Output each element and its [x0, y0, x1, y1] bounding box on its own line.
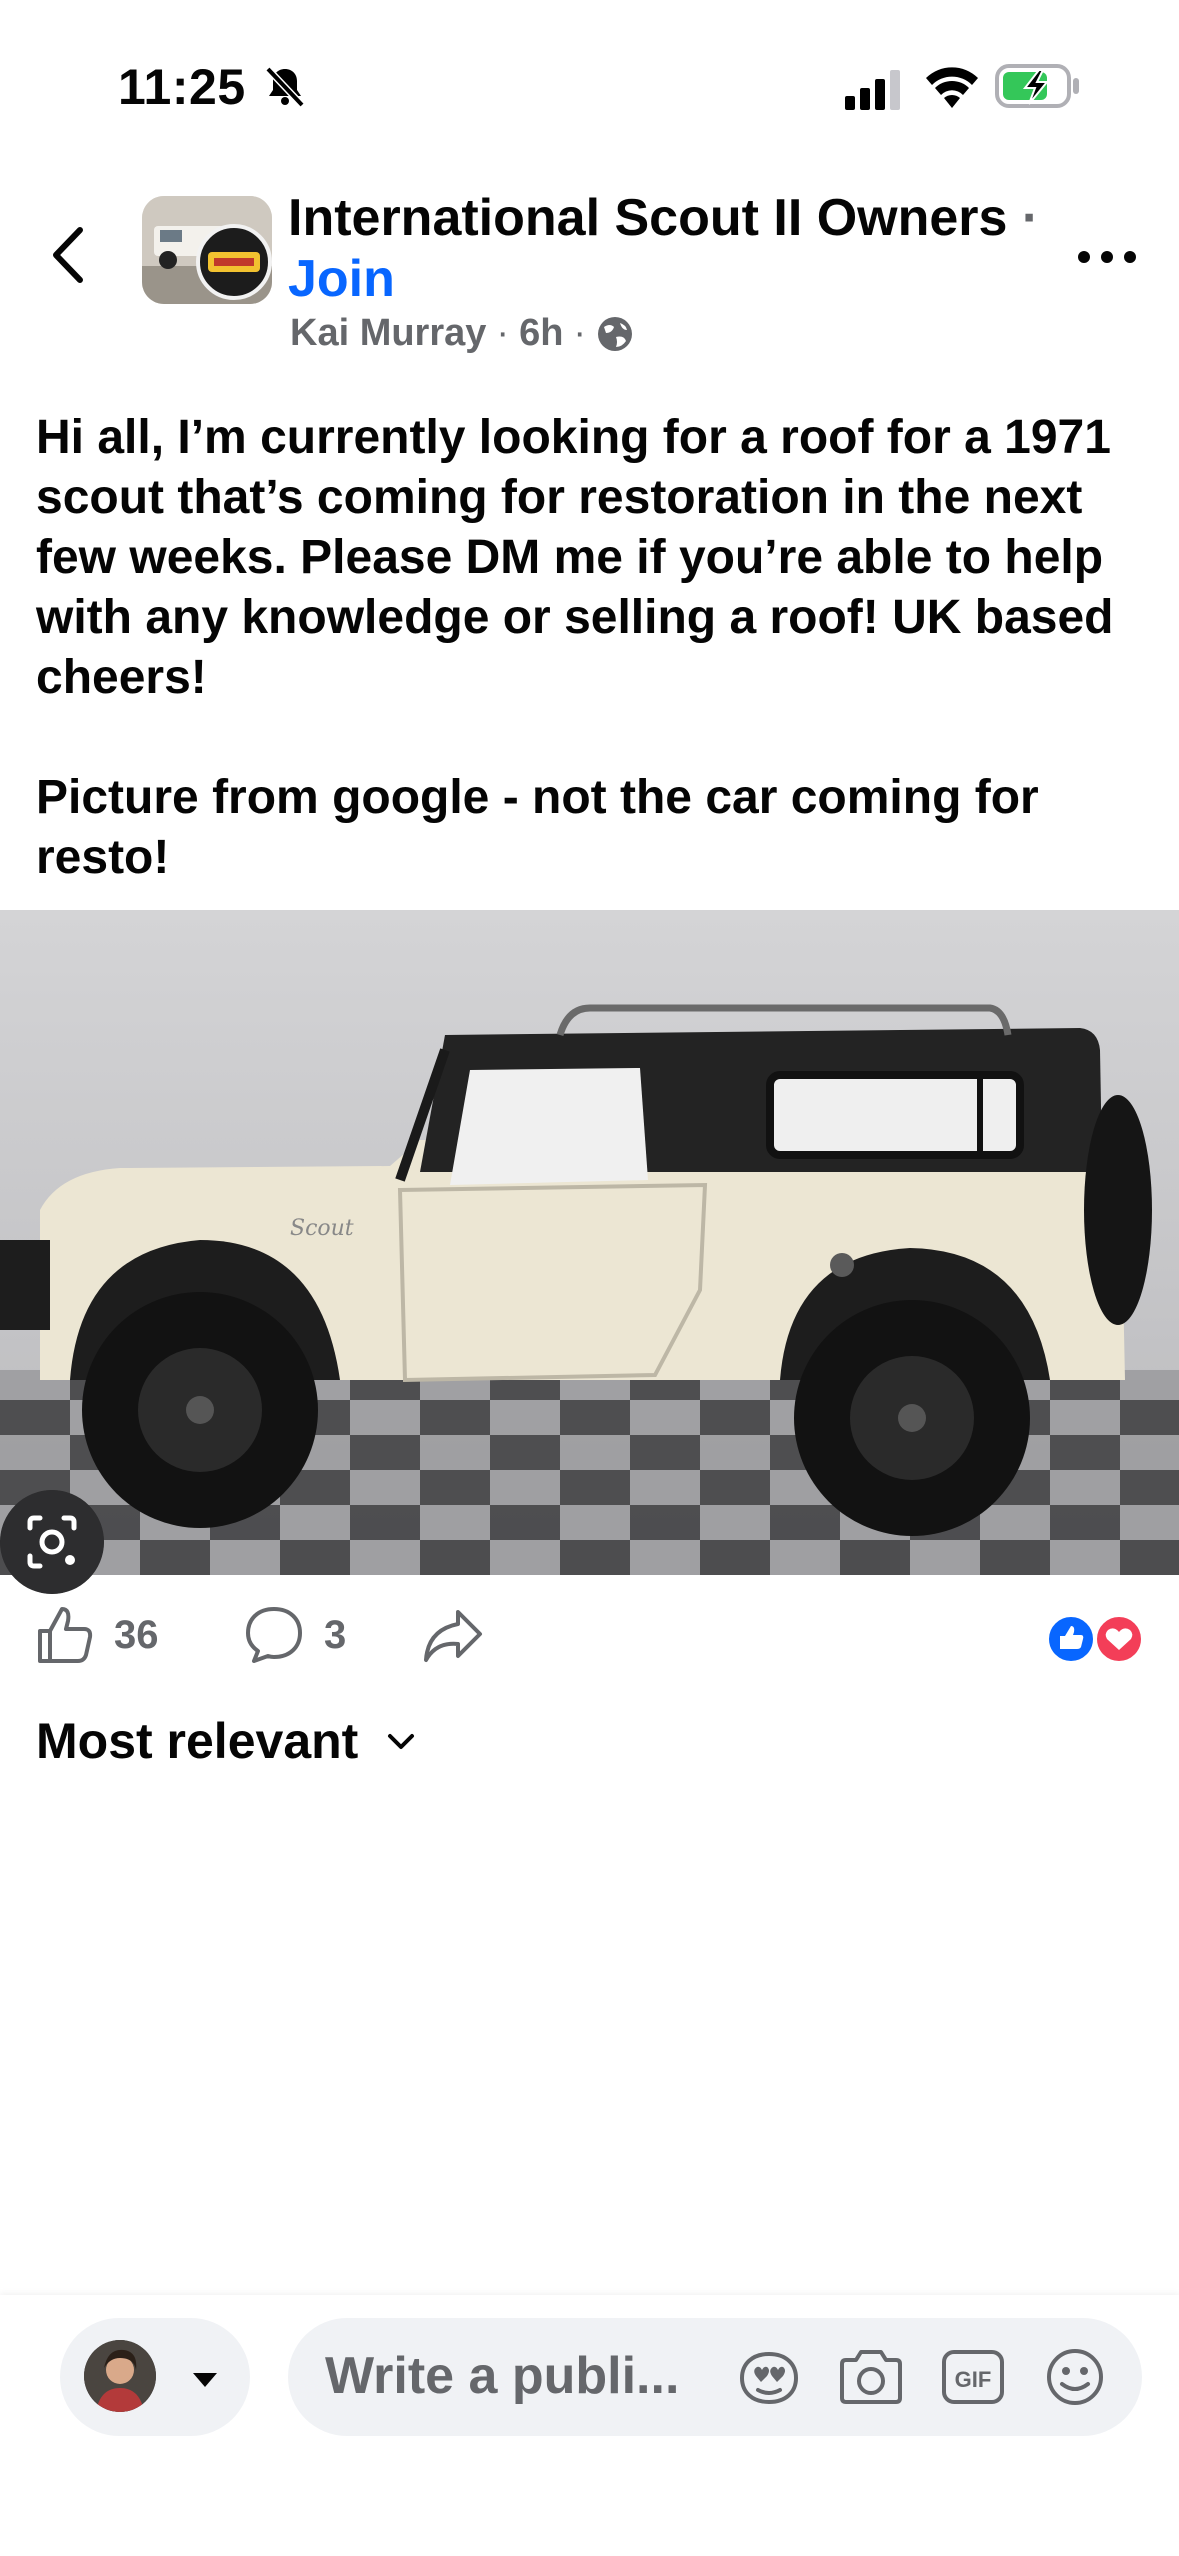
post-actions: 36 3 — [0, 1595, 1179, 1685]
comment-count: 3 — [324, 1612, 347, 1657]
meta-separator: · — [496, 312, 510, 354]
group-name[interactable]: International Scout II Owners — [288, 189, 1007, 247]
meta-separator-2: · — [573, 312, 587, 354]
comment-button[interactable]: 3 — [244, 1595, 346, 1675]
share-icon — [424, 1610, 482, 1662]
avatar-sticker-icon[interactable] — [734, 2346, 804, 2408]
visual-search-icon[interactable] — [0, 1490, 104, 1594]
emoji-icon[interactable] — [1040, 2346, 1110, 2408]
reaction-summary[interactable] — [1044, 1612, 1148, 1666]
post-meta: Kai Murray · 6h · — [290, 312, 634, 355]
author-name[interactable]: Kai Murray — [290, 312, 486, 355]
like-count: 36 — [114, 1612, 159, 1657]
share-button[interactable] — [422, 1595, 484, 1675]
post-image[interactable]: Scout — [0, 910, 1179, 1575]
bell-off-icon — [265, 66, 305, 108]
back-arrow-icon[interactable] — [40, 220, 100, 290]
comment-sort-dropdown[interactable]: Most relevant — [36, 1712, 418, 1770]
camera-icon[interactable] — [836, 2346, 906, 2408]
comment-placeholder: Write a publi... — [325, 2347, 680, 2405]
caret-down-icon — [193, 2373, 217, 2387]
signal-icon — [845, 70, 900, 110]
group-title: International Scout II Owners · Join — [288, 188, 1048, 310]
battery-charging-icon — [995, 64, 1079, 108]
avatar — [84, 2340, 156, 2412]
wifi-icon — [926, 67, 978, 108]
more-options-icon[interactable] — [1072, 232, 1142, 282]
post-text: Hi all, I’m currently looking for a roof… — [36, 411, 1114, 884]
sort-label: Most relevant — [36, 1713, 359, 1769]
title-separator: · — [1021, 189, 1040, 247]
status-time: 11:25 — [118, 59, 246, 115]
like-button[interactable]: 36 — [36, 1595, 159, 1675]
join-button[interactable]: Join — [288, 250, 395, 308]
svg-text:GIF: GIF — [955, 2367, 992, 2392]
group-avatar[interactable] — [142, 196, 272, 304]
globe-icon — [598, 316, 633, 351]
svg-text:Scout: Scout — [290, 1216, 354, 1241]
like-icon — [38, 1607, 93, 1663]
post-time[interactable]: 6h — [519, 312, 563, 355]
gif-icon[interactable]: GIF — [938, 2346, 1008, 2408]
chevron-down-icon — [388, 1734, 415, 1749]
comment-icon — [246, 1607, 302, 1663]
status-bar: 11:25 — [0, 0, 1179, 175]
